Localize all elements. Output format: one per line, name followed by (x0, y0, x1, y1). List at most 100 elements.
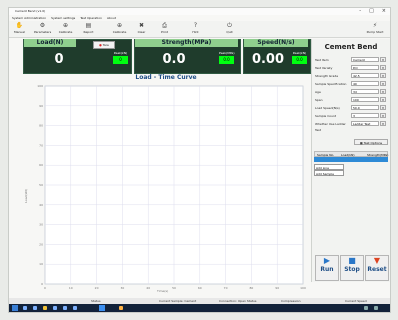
param-value-field[interactable]: 100 (351, 97, 379, 102)
toolbar-label: Pump Start (366, 30, 384, 34)
chevron-down-icon[interactable]: ▾ (380, 57, 386, 62)
tare-button[interactable]: ● Tare (93, 41, 115, 49)
speed-panel-title: Speed(N/s) (244, 39, 308, 47)
chevron-down-icon[interactable]: ▾ (380, 73, 386, 78)
param-row: Whether Use Ladder Test Ladder Test ▾ (315, 121, 387, 132)
param-row: Test Item Cement ▾ (315, 57, 387, 63)
stop-label: Stop (344, 266, 360, 273)
param-value-field[interactable]: Ladder Test (351, 121, 379, 126)
mail-icon[interactable] (63, 306, 67, 310)
param-value-field[interactable]: 3d (351, 89, 379, 94)
param-label: Age (315, 90, 321, 94)
toolbar-calibrate2-button[interactable]: ⊕ Calibrate (111, 22, 128, 36)
param-value-field[interactable]: 50.0 (351, 105, 379, 110)
start-icon[interactable] (12, 305, 18, 311)
title-bar: Cement Bend (v1.0) - □ × (9, 8, 390, 15)
toolbar-hint-button[interactable]: ? Hint (187, 22, 204, 36)
x-tick-label: 0 (44, 286, 46, 290)
chevron-down-icon[interactable]: ▾ (380, 113, 386, 118)
param-value-field[interactable]: 40 (351, 81, 379, 86)
y-tick-label: 30 (39, 223, 43, 227)
stop-button[interactable]: ■ Stop (340, 255, 364, 281)
x-tick-label: 20 (95, 286, 99, 290)
x-tick-label: 10 (69, 286, 73, 290)
test-options-label: Test Options (363, 141, 383, 145)
chevron-down-icon[interactable]: ▾ (380, 65, 386, 70)
param-value-field[interactable]: P.O (351, 65, 379, 70)
toolbar-print-button[interactable]: ⎙ Print (156, 22, 173, 36)
y-tick-label: 100 (37, 84, 43, 88)
x-tick-label: 30 (120, 286, 124, 290)
settings-icon: ⚙ (39, 22, 46, 29)
toolbar-label: Report (83, 30, 94, 34)
search-icon[interactable] (23, 306, 27, 310)
strength-value: 0.0 (162, 52, 186, 67)
test-options-button[interactable]: ▦ Test Options (354, 139, 388, 145)
list-item-label: Add Sample (316, 172, 335, 176)
maximize-button[interactable]: □ (369, 8, 374, 15)
chart-plot: 0 10 20 30 40 50 60 70 80 90 100100908070605040302… (37, 84, 306, 290)
param-row: Sample Count 3 ▾ (315, 113, 387, 119)
speed-peak: Peak(kN) 0.0 (292, 51, 307, 69)
chevron-down-icon[interactable]: ▾ (380, 81, 386, 86)
app2-taskbar-icon[interactable] (119, 306, 123, 310)
toolbar-report-button[interactable]: ▤ Report (80, 22, 97, 36)
strength-panel-title: Strength(MPa) (135, 39, 238, 47)
folder-icon[interactable] (43, 306, 47, 310)
param-row: Span 100 ▾ (315, 97, 387, 103)
toolbar-quit-button[interactable]: ⏻ Quit (221, 22, 238, 36)
y-axis-label: Load(kN) (23, 189, 28, 203)
load-panel-title: Load(N) (24, 39, 76, 47)
param-label: Span (315, 98, 323, 102)
reset-button[interactable]: ▼ Reset (365, 255, 389, 281)
task-view-icon[interactable] (33, 306, 37, 310)
window-title: Cement Bend (v1.0) (15, 9, 46, 13)
x-tick-label: 100 (300, 286, 306, 290)
x-tick-label: 60 (198, 286, 202, 290)
toolbar-calibrate-button[interactable]: ⊕ Calibrate (57, 22, 74, 36)
x-tick-label: 70 (224, 286, 228, 290)
param-label: Strength Grade (315, 74, 339, 78)
load-value: 0 (54, 52, 64, 67)
list-item[interactable]: Add Sample (314, 170, 344, 176)
run-button[interactable]: ▶ Run (315, 255, 339, 281)
toolbar: ✋ Manual ⚙ Parameters ⊕ Calibrate ▤ Report ⊕… (9, 21, 390, 38)
param-value-field[interactable]: 3 (351, 113, 379, 118)
browser-icon[interactable] (53, 306, 57, 310)
minimize-button[interactable]: - (359, 8, 361, 15)
chevron-down-icon[interactable]: ▾ (380, 121, 386, 126)
app-taskbar-icon[interactable] (99, 305, 105, 311)
param-value-field[interactable]: 42.5 (351, 73, 379, 78)
toolbar-pump-button[interactable]: ⚡ Pump Start (364, 22, 386, 36)
toolbar-label: Print (161, 30, 168, 34)
x-tick-label: 80 (249, 286, 253, 290)
print-icon: ⎙ (162, 22, 167, 29)
stop-icon: ■ (348, 256, 356, 265)
param-value-field[interactable]: Cement (351, 57, 379, 62)
x-axis-label: Time(s) (157, 289, 169, 293)
y-tick-label: 10 (39, 262, 43, 266)
store-icon[interactable] (73, 306, 77, 310)
window-controls: - □ × (359, 8, 386, 15)
right-panel: Cement Bend Test Item Cement ▾ Test Variety… (311, 39, 390, 282)
param-label: Load Speed(N/s) (315, 106, 340, 110)
toolbar-clear-button[interactable]: ✖ Clear (133, 22, 150, 36)
load-peak-label: Peak(kN) (113, 51, 128, 55)
chevron-down-icon[interactable]: ▾ (380, 97, 386, 102)
toolbar-label: Clear (137, 30, 146, 34)
param-label: Sample Specification (315, 82, 347, 86)
close-button[interactable]: × (382, 8, 386, 15)
chevron-down-icon[interactable]: ▾ (380, 105, 386, 110)
toolbar-manual-button[interactable]: ✋ Manual (11, 22, 28, 36)
tray-icon[interactable] (364, 306, 368, 310)
hand-icon: ✋ (15, 22, 24, 29)
strength-peak: Peak(MPa) 0.0 (219, 51, 235, 69)
chevron-down-icon[interactable]: ▾ (380, 89, 386, 94)
speed-peak-value: 0.0 (292, 56, 307, 64)
toolbar-label: Calibrate (58, 30, 73, 34)
table-row-selected[interactable] (314, 157, 388, 162)
reset-label: Reset (367, 266, 387, 273)
app-window: Cement Bend (v1.0) - □ × System Administ… (9, 8, 390, 312)
y-tick-label: 80 (39, 124, 43, 128)
toolbar-parameters-button[interactable]: ⚙ Parameters (34, 22, 51, 36)
